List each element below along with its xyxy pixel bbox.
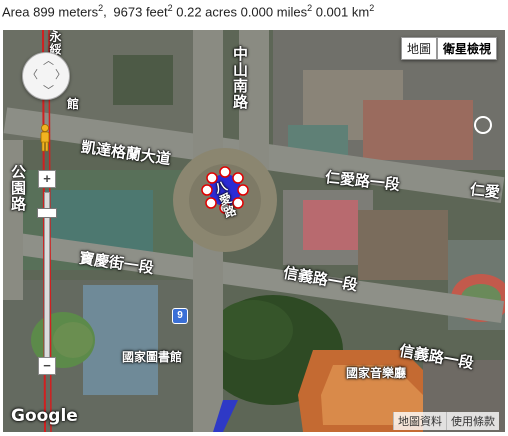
zoom-slider-track[interactable] [44,192,50,370]
area-km: 0.001 km [315,4,370,20]
area-prefix: Area [2,4,30,20]
satellite-map[interactable]: 中山南路 凱達格蘭大道 公園路 仁愛路一段 仁愛 八愛路 寶慶街一段 信義路一段… [3,30,505,432]
polygon-vertex[interactable] [205,197,217,209]
area-miles: 0.000 miles [240,4,308,20]
label-national-library: 國家圖書館 [122,350,183,364]
pan-left-icon[interactable]: 〈 [27,70,38,81]
label-renai-road-right: 仁愛 [469,181,501,202]
label-zhongshan-south-road: 中山南路 [231,46,248,110]
map-type-satellite-button[interactable]: 衛星檢視 [436,37,497,60]
label-national-concert-hall: 國家音樂廳 [346,366,407,380]
polygon-vertex[interactable] [201,184,213,196]
area-acres: 0.22 acres [176,4,237,20]
pan-up-icon[interactable]: ︿ [43,56,54,67]
polygon-vertex[interactable] [219,166,231,178]
label-guan: 館 [67,97,80,111]
zoom-in-button[interactable]: + [38,170,56,188]
map-type-control: 地圖 衛星檢視 [400,37,497,60]
map-footer: 地圖資料 使用條款 [393,412,499,430]
pan-right-icon[interactable]: 〉 [55,70,66,81]
pegman-icon[interactable] [38,124,52,152]
area-polygon[interactable] [3,30,505,432]
pan-down-icon[interactable]: ﹀ [43,86,54,97]
area-readout: Area 899 meters2, 9673 feet2 0.22 acres … [2,3,375,20]
route-shield-9: 9 [172,308,188,324]
polygon-vertex[interactable] [232,172,244,184]
map-data-link[interactable]: 地圖資料 [393,412,446,430]
polygon-vertex[interactable] [237,184,249,196]
zoom-out-button[interactable]: − [38,357,56,375]
area-meters: 899 meters [33,4,99,20]
area-feet: 9673 feet [113,4,168,20]
map-type-map-button[interactable]: 地圖 [400,37,437,60]
pan-control[interactable]: ︿ ﹀ 〈 〉 [22,52,70,100]
terms-of-use-link[interactable]: 使用條款 [446,412,499,430]
google-logo: Google [11,406,78,426]
label-park-road: 公園路 [9,164,26,212]
zoom-slider-thumb[interactable] [37,208,57,218]
